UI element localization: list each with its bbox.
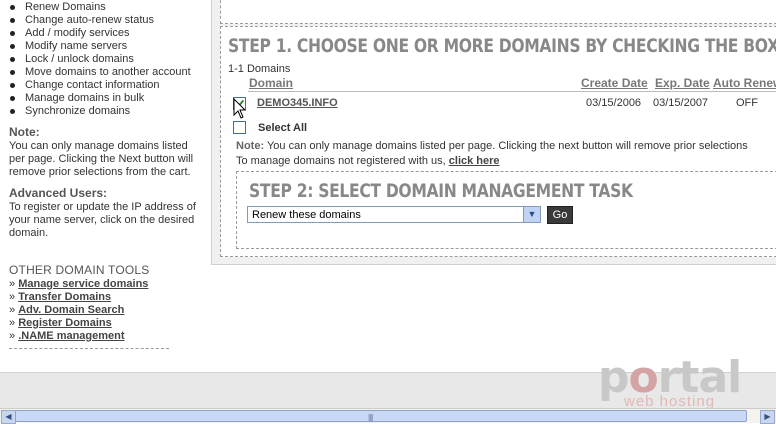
- domain-link[interactable]: DEMO345.INFO: [257, 97, 338, 109]
- select-all-label[interactable]: Select All: [258, 122, 307, 134]
- bullet-prefix: »: [9, 278, 19, 290]
- register-domains-link[interactable]: Register Domains: [18, 317, 112, 329]
- name-management-link[interactable]: .NAME management: [18, 330, 124, 342]
- list-item[interactable]: Synchronize domains: [8, 105, 191, 118]
- list-item[interactable]: Add / modify services: [8, 27, 191, 40]
- brand-logo: portal web hosting: [598, 356, 742, 411]
- column-header-auto-renew[interactable]: Auto Renew: [713, 76, 776, 90]
- transfer-domains-link[interactable]: Transfer Domains: [18, 291, 111, 303]
- manage-service-domains-link[interactable]: Manage service domains: [18, 278, 148, 290]
- note-text: You can only manage domains listed per p…: [9, 140, 194, 178]
- advanced-users-heading: Advanced Users:: [9, 186, 108, 200]
- list-item: » Transfer Domains: [9, 291, 148, 304]
- list-item: » Manage service domains: [9, 278, 148, 291]
- click-here-link[interactable]: click here: [449, 155, 500, 167]
- column-header-domain[interactable]: Domain: [249, 76, 293, 90]
- horizontal-scrollbar[interactable]: ◀ |||| ▶: [0, 408, 776, 424]
- bullet-prefix: »: [9, 291, 19, 303]
- list-item[interactable]: Lock / unlock domains: [8, 53, 191, 66]
- auto-renew-cell: OFF: [736, 97, 758, 109]
- list-item[interactable]: Move domains to another account: [8, 66, 191, 79]
- list-item[interactable]: Change auto-renew status: [8, 14, 191, 27]
- list-item[interactable]: Renew Domains: [8, 1, 191, 14]
- select-all-checkbox[interactable]: [233, 121, 246, 134]
- column-header-exp-date[interactable]: Exp. Date: [655, 76, 710, 90]
- unregistered-note: To manage domains not registered with us…: [236, 155, 500, 167]
- divider: [248, 91, 776, 92]
- step1-title: STEP 1. CHOOSE ONE OR MORE DOMAINS BY CH…: [228, 35, 776, 57]
- note-text: You can only manage domains listed per p…: [264, 140, 748, 152]
- mouse-pointer-icon: [233, 98, 247, 119]
- step1-section: STEP 1. CHOOSE ONE OR MORE DOMAINS BY CH…: [220, 26, 776, 257]
- bullet-prefix: »: [9, 330, 19, 342]
- other-tools-list: » Manage service domains » Transfer Doma…: [9, 278, 148, 343]
- step2-section: STEP 2: SELECT DOMAIN MANAGEMENT TASK Re…: [236, 171, 776, 249]
- note-label: Note:: [236, 140, 265, 152]
- main-panel: STEP 1. CHOOSE ONE OR MORE DOMAINS BY CH…: [211, 0, 776, 265]
- unregistered-text: To manage domains not registered with us…: [236, 155, 449, 167]
- create-date-cell: 03/15/2006: [586, 97, 642, 109]
- divider: [9, 348, 169, 349]
- task-select[interactable]: Renew these domains ▼: [247, 206, 541, 223]
- list-item[interactable]: Manage domains in bulk: [8, 92, 191, 105]
- list-item: » .NAME management: [9, 330, 148, 343]
- advanced-users-text: To register or update the IP address of …: [9, 201, 196, 239]
- list-item: » Adv. Domain Search: [9, 304, 148, 317]
- task-select-value: Renew these domains: [252, 209, 361, 221]
- column-header-create-date[interactable]: Create Date: [581, 76, 648, 90]
- go-button[interactable]: Go: [547, 206, 573, 224]
- list-item[interactable]: Change contact information: [8, 79, 191, 92]
- exp-date-cell: 03/15/2007: [653, 97, 709, 109]
- chevron-down-icon[interactable]: ▼: [523, 207, 540, 222]
- grip-icon: ||||: [368, 413, 373, 422]
- list-item: » Register Domains: [9, 317, 148, 330]
- step1-note: Note: You can only manage domains listed…: [236, 140, 748, 152]
- domain-actions-list: Renew Domains Change auto-renew status A…: [8, 1, 191, 118]
- bullet-prefix: »: [9, 317, 19, 329]
- bullet-prefix: »: [9, 304, 19, 316]
- step2-title: STEP 2: SELECT DOMAIN MANAGEMENT TASK: [249, 180, 633, 202]
- adv-domain-search-link[interactable]: Adv. Domain Search: [18, 304, 124, 316]
- list-item[interactable]: Modify name servers: [8, 40, 191, 53]
- other-tools-heading: OTHER DOMAIN TOOLS: [9, 263, 150, 277]
- scrollbar-thumb[interactable]: ||||: [15, 410, 747, 422]
- domain-count: 1-1 Domains: [228, 63, 291, 75]
- previous-section-box: [220, 0, 776, 24]
- note-heading: Note:: [9, 125, 40, 139]
